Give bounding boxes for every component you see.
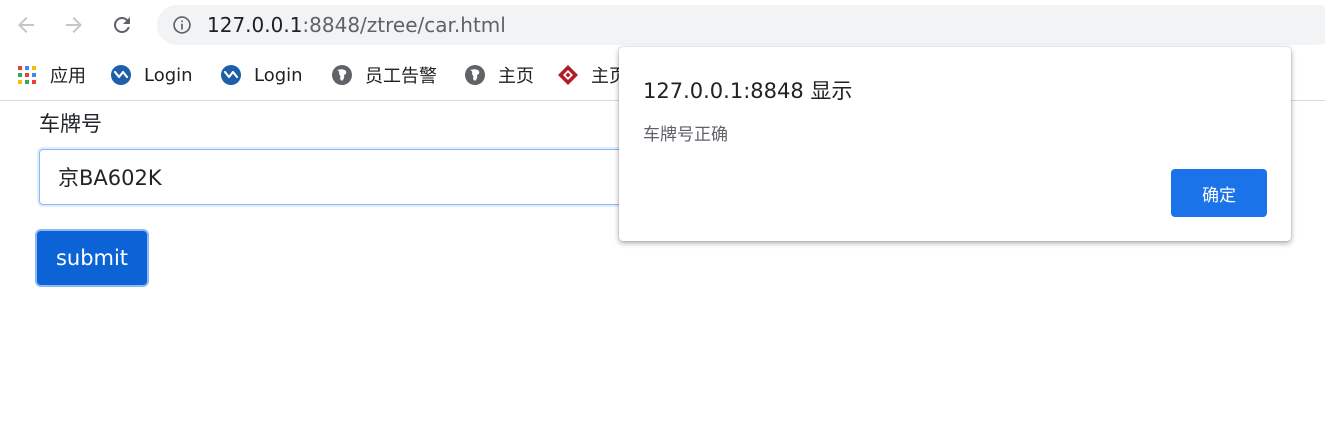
url-host: 127.0.0.1 bbox=[207, 13, 303, 37]
login-logo-icon bbox=[111, 65, 131, 85]
bookmark-home-2[interactable]: 主页 bbox=[557, 62, 627, 88]
address-bar[interactable]: 127.0.0.1:8848/ztree/car.html bbox=[157, 5, 1325, 45]
bookmark-apps[interactable]: 应用 bbox=[16, 62, 86, 88]
back-button[interactable] bbox=[10, 9, 42, 41]
apps-grid-icon bbox=[18, 66, 36, 84]
arrow-left-icon bbox=[18, 17, 34, 33]
plate-label: 车牌号 bbox=[39, 112, 102, 136]
bookmark-label: 主页 bbox=[498, 66, 534, 87]
bookmark-label: 应用 bbox=[50, 66, 86, 87]
bookmark-employee-alert[interactable]: 员工告警 bbox=[331, 62, 437, 88]
forward-button[interactable] bbox=[58, 9, 90, 41]
login-logo-icon bbox=[221, 65, 241, 85]
globe-icon bbox=[332, 65, 352, 85]
red-diamond-icon bbox=[558, 65, 578, 85]
dialog-message: 车牌号正确 bbox=[643, 125, 728, 145]
bookmark-label: 员工告警 bbox=[365, 66, 437, 87]
bookmark-home-1[interactable]: 主页 bbox=[464, 62, 534, 88]
dialog-ok-button[interactable]: 确定 bbox=[1171, 169, 1267, 217]
reload-button[interactable] bbox=[106, 9, 138, 41]
dialog-title: 127.0.0.1:8848 显示 bbox=[643, 79, 853, 103]
bookmark-label: Login bbox=[144, 64, 193, 86]
bookmark-login-2[interactable]: Login bbox=[220, 62, 303, 88]
globe-icon bbox=[465, 65, 485, 85]
browser-toolbar: 127.0.0.1:8848/ztree/car.html bbox=[0, 0, 1325, 52]
alert-dialog: 127.0.0.1:8848 显示 车牌号正确 确定 bbox=[619, 47, 1291, 241]
submit-button[interactable]: submit bbox=[35, 229, 149, 287]
url-text: 127.0.0.1:8848/ztree/car.html bbox=[207, 13, 506, 37]
arrow-right-icon bbox=[66, 17, 82, 33]
reload-icon bbox=[114, 16, 130, 33]
bookmark-login-1[interactable]: Login bbox=[110, 62, 193, 88]
bookmark-label: Login bbox=[254, 64, 303, 86]
url-path: :8848/ztree/car.html bbox=[302, 13, 506, 37]
info-icon[interactable] bbox=[172, 15, 192, 35]
